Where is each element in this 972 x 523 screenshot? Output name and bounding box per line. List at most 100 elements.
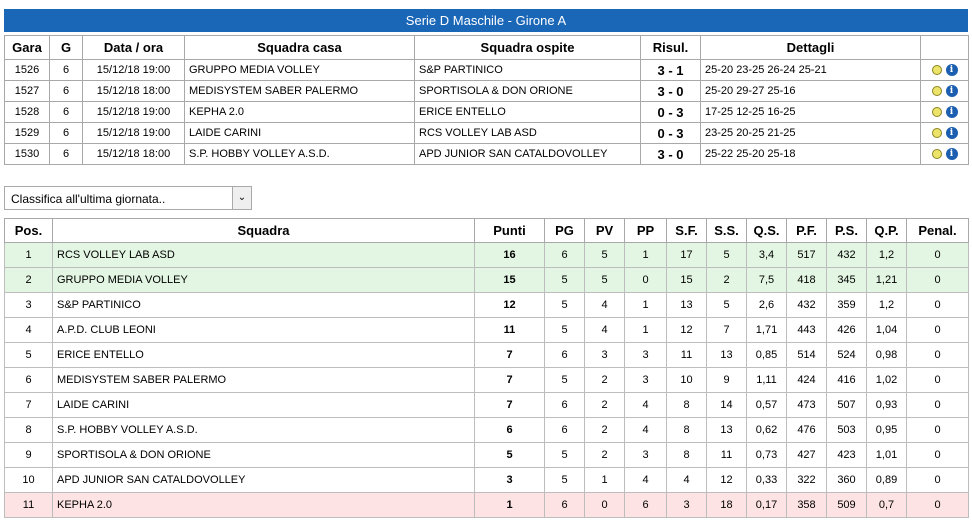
standing-team-cell: ERICE ENTELLO — [52, 342, 475, 368]
match-risul-cell: 3 - 1 — [640, 59, 701, 81]
standing-ps-cell: 360 — [826, 467, 867, 493]
standing-pf-cell: 514 — [786, 342, 827, 368]
standings-select[interactable]: Classifica all'ultima giornata.. ⌄ — [4, 186, 252, 210]
match-g-cell: 6 — [49, 122, 83, 144]
standings-header-cell: P.S. — [826, 218, 867, 243]
standing-ss-cell: 5 — [706, 292, 747, 318]
standing-ss-cell: 18 — [706, 492, 747, 518]
table-row: 8 S.P. HOBBY VOLLEY A.S.D. 6 6 2 4 8 13 0,62 476 5… — [4, 417, 969, 443]
standing-qs-cell: 3,4 — [746, 242, 787, 268]
ball-icon[interactable] — [931, 86, 942, 96]
info-icon[interactable]: i — [945, 148, 958, 160]
standing-pos-cell: 1 — [4, 242, 53, 268]
standings-header-cell: Q.P. — [866, 218, 907, 243]
standing-ps-cell: 507 — [826, 392, 867, 418]
standing-qs-cell: 0,17 — [746, 492, 787, 518]
ball-icon[interactable] — [931, 107, 942, 117]
match-data-cell: 15/12/18 18:00 — [82, 80, 185, 102]
standing-pp-cell: 1 — [624, 317, 667, 343]
ball-icon[interactable] — [931, 149, 942, 159]
match-gara-cell: 1528 — [4, 101, 50, 123]
info-icon[interactable]: i — [945, 127, 958, 139]
standing-sf-cell: 8 — [666, 392, 707, 418]
info-icon[interactable]: i — [945, 64, 958, 76]
standing-pp-cell: 4 — [624, 467, 667, 493]
standing-pp-cell: 4 — [624, 392, 667, 418]
standing-pp-cell: 0 — [624, 267, 667, 293]
ball-icon[interactable] — [931, 65, 942, 75]
match-gara-cell: 1529 — [4, 122, 50, 144]
table-row: 1526 6 15/12/18 19:00 GRUPPO MEDIA VOLLEY S&… — [4, 59, 969, 81]
standing-ps-cell: 426 — [826, 317, 867, 343]
table-row: 3 S&P PARTINICO 12 5 4 1 13 5 2,6 432 359 1,2 0 — [4, 292, 969, 318]
matches-header-cell — [920, 35, 969, 60]
match-risul-cell: 3 - 0 — [640, 80, 701, 102]
standing-punti-cell: 5 — [474, 442, 545, 468]
match-ospite-cell: S&P PARTINICO — [414, 59, 641, 81]
standing-ss-cell: 7 — [706, 317, 747, 343]
standing-ss-cell: 11 — [706, 442, 747, 468]
standing-pg-cell: 6 — [544, 417, 585, 443]
table-row: 6 MEDISYSTEM SABER PALERMO 7 5 2 3 10 9 1,11 424 4… — [4, 367, 969, 393]
standing-pen-cell: 0 — [906, 492, 969, 518]
standings-header-cell: Penal. — [906, 218, 969, 243]
standing-pp-cell: 1 — [624, 292, 667, 318]
info-icon[interactable]: i — [945, 106, 958, 118]
standing-pv-cell: 5 — [584, 267, 625, 293]
standing-team-cell: A.P.D. CLUB LEONI — [52, 317, 475, 343]
standing-pen-cell: 0 — [906, 317, 969, 343]
table-row: 2 GRUPPO MEDIA VOLLEY 15 5 5 0 15 2 7,5 418 345 1,2… — [4, 267, 969, 293]
standing-ps-cell: 345 — [826, 267, 867, 293]
standing-pf-cell: 473 — [786, 392, 827, 418]
page-title: Serie D Maschile - Girone A — [4, 9, 968, 32]
standing-team-cell: LAIDE CARINI — [52, 392, 475, 418]
standings-header-cell: S.S. — [706, 218, 747, 243]
standing-punti-cell: 11 — [474, 317, 545, 343]
standing-pf-cell: 418 — [786, 267, 827, 293]
table-row: 11 KEPHA 2.0 1 6 0 6 3 18 0,17 358 509 0,7 0 — [4, 492, 969, 518]
match-dettagli-cell: 17-25 12-25 16-25 — [700, 101, 921, 123]
info-icon[interactable]: i — [945, 85, 958, 97]
standing-pv-cell: 2 — [584, 392, 625, 418]
standing-qp-cell: 0,95 — [866, 417, 907, 443]
standing-pen-cell: 0 — [906, 417, 969, 443]
standing-punti-cell: 3 — [474, 467, 545, 493]
standings-header-cell: Punti — [474, 218, 545, 243]
standing-pv-cell: 5 — [584, 242, 625, 268]
standing-pf-cell: 517 — [786, 242, 827, 268]
match-g-cell: 6 — [49, 143, 83, 165]
standing-qs-cell: 0,85 — [746, 342, 787, 368]
match-ospite-cell: ERICE ENTELLO — [414, 101, 641, 123]
standing-pos-cell: 3 — [4, 292, 53, 318]
standing-pos-cell: 5 — [4, 342, 53, 368]
standing-ss-cell: 2 — [706, 267, 747, 293]
standing-sf-cell: 11 — [666, 342, 707, 368]
standings-header-cell: Q.S. — [746, 218, 787, 243]
standing-ps-cell: 503 — [826, 417, 867, 443]
standing-pos-cell: 2 — [4, 267, 53, 293]
standing-pen-cell: 0 — [906, 367, 969, 393]
table-row: 1528 6 15/12/18 19:00 KEPHA 2.0 ERICE ENTELL… — [4, 101, 969, 123]
standing-pos-cell: 7 — [4, 392, 53, 418]
standing-pen-cell: 0 — [906, 267, 969, 293]
chevron-down-icon[interactable]: ⌄ — [232, 187, 251, 209]
standing-team-cell: GRUPPO MEDIA VOLLEY — [52, 267, 475, 293]
standing-pos-cell: 9 — [4, 442, 53, 468]
ball-icon[interactable] — [931, 128, 942, 138]
match-g-cell: 6 — [49, 59, 83, 81]
standing-pv-cell: 0 — [584, 492, 625, 518]
standing-pp-cell: 3 — [624, 342, 667, 368]
standing-punti-cell: 12 — [474, 292, 545, 318]
matches-table: Gara G Data / ora Squadra casa Squadra ospit… — [4, 35, 969, 165]
standing-pp-cell: 4 — [624, 417, 667, 443]
standing-qp-cell: 1,21 — [866, 267, 907, 293]
standing-team-cell: APD JUNIOR SAN CATALDOVOLLEY — [52, 467, 475, 493]
table-row: 5 ERICE ENTELLO 7 6 3 3 11 13 0,85 514 524 0,98 0 — [4, 342, 969, 368]
match-gara-cell: 1527 — [4, 80, 50, 102]
match-dettagli-cell: 25-22 25-20 25-18 — [700, 143, 921, 165]
standing-pv-cell: 1 — [584, 467, 625, 493]
standing-qp-cell: 1,01 — [866, 442, 907, 468]
match-risul-cell: 3 - 0 — [640, 143, 701, 165]
match-ospite-cell: RCS VOLLEY LAB ASD — [414, 122, 641, 144]
match-ospite-cell: SPORTISOLA & DON ORIONE — [414, 80, 641, 102]
